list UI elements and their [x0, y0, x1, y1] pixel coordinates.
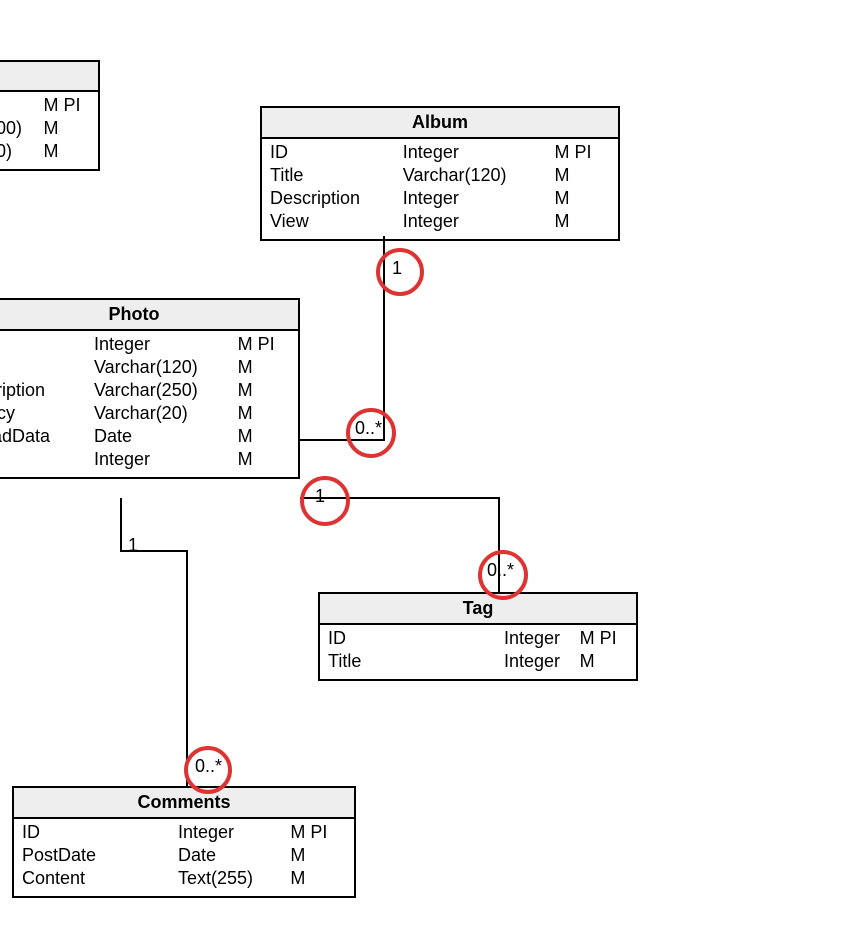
entity-tag-body: IDIntegerM PI TitleIntegerM: [320, 625, 636, 679]
entity-comments: Comments IDIntegerM PI PostDateDateM Con…: [12, 786, 356, 898]
entity-album-body: IDIntegerM PI TitleVarchar(120)M Descrip…: [262, 139, 618, 239]
rel-photo-comments-v1: [120, 498, 122, 552]
table-row: TitleIntegerM: [326, 650, 630, 673]
entity-photo-body: IntegerM PI eVarchar(120)M scriptionVarc…: [0, 331, 298, 477]
entity-photo-header: Photo: [0, 300, 298, 331]
rel-album-photo-h: [300, 439, 385, 441]
mult-album-one: 1: [392, 258, 402, 279]
entity-tag-header: Tag: [320, 594, 636, 625]
table-row: ViewIntegerM: [268, 210, 612, 233]
table-row: M PI: [0, 94, 92, 117]
table-row: eVarchar(120)M: [0, 356, 292, 379]
rel-album-photo-v: [383, 236, 385, 441]
table-row: IntegerM PI: [0, 333, 292, 356]
entity-photo: Photo IntegerM PI eVarchar(120)M scripti…: [0, 298, 300, 479]
table-row: IDIntegerM PI: [326, 627, 630, 650]
table-row: DescriptionIntegerM: [268, 187, 612, 210]
table-row: wIntegerM: [0, 448, 292, 471]
mult-photo-album-many: 0..*: [355, 418, 382, 439]
mult-photo-one-tag: 1: [315, 486, 325, 507]
er-diagram-canvas: M PI (200)M (50)M Album IDIntegerM PI Ti…: [0, 0, 862, 926]
table-row: scriptionVarchar(250)M: [0, 379, 292, 402]
mult-comments-many: 0..*: [195, 756, 222, 777]
rel-photo-comments-v2: [186, 550, 188, 786]
table-row: PostDateDateM: [20, 844, 348, 867]
table-row: ContentText(255)M: [20, 867, 348, 890]
table-row: IDIntegerM PI: [20, 821, 348, 844]
entity-topLeft: M PI (200)M (50)M: [0, 60, 100, 171]
table-row: (50)M: [0, 140, 92, 163]
entity-comments-header: Comments: [14, 788, 354, 819]
entity-topLeft-header: [0, 62, 98, 92]
entity-topLeft-body: M PI (200)M (50)M: [0, 92, 98, 169]
entity-tag: Tag IDIntegerM PI TitleIntegerM: [318, 592, 638, 681]
mult-tag-many: 0..*: [487, 560, 514, 581]
table-row: loadDataDateM: [0, 425, 292, 448]
rel-photo-tag-h: [300, 497, 500, 499]
entity-album-header: Album: [262, 108, 618, 139]
table-row: IDIntegerM PI: [268, 141, 612, 164]
entity-album: Album IDIntegerM PI TitleVarchar(120)M D…: [260, 106, 620, 241]
entity-comments-body: IDIntegerM PI PostDateDateM ContentText(…: [14, 819, 354, 896]
table-row: vacyVarchar(20)M: [0, 402, 292, 425]
table-row: (200)M: [0, 117, 92, 140]
table-row: TitleVarchar(120)M: [268, 164, 612, 187]
mult-photo-one-comments: 1: [128, 535, 138, 556]
